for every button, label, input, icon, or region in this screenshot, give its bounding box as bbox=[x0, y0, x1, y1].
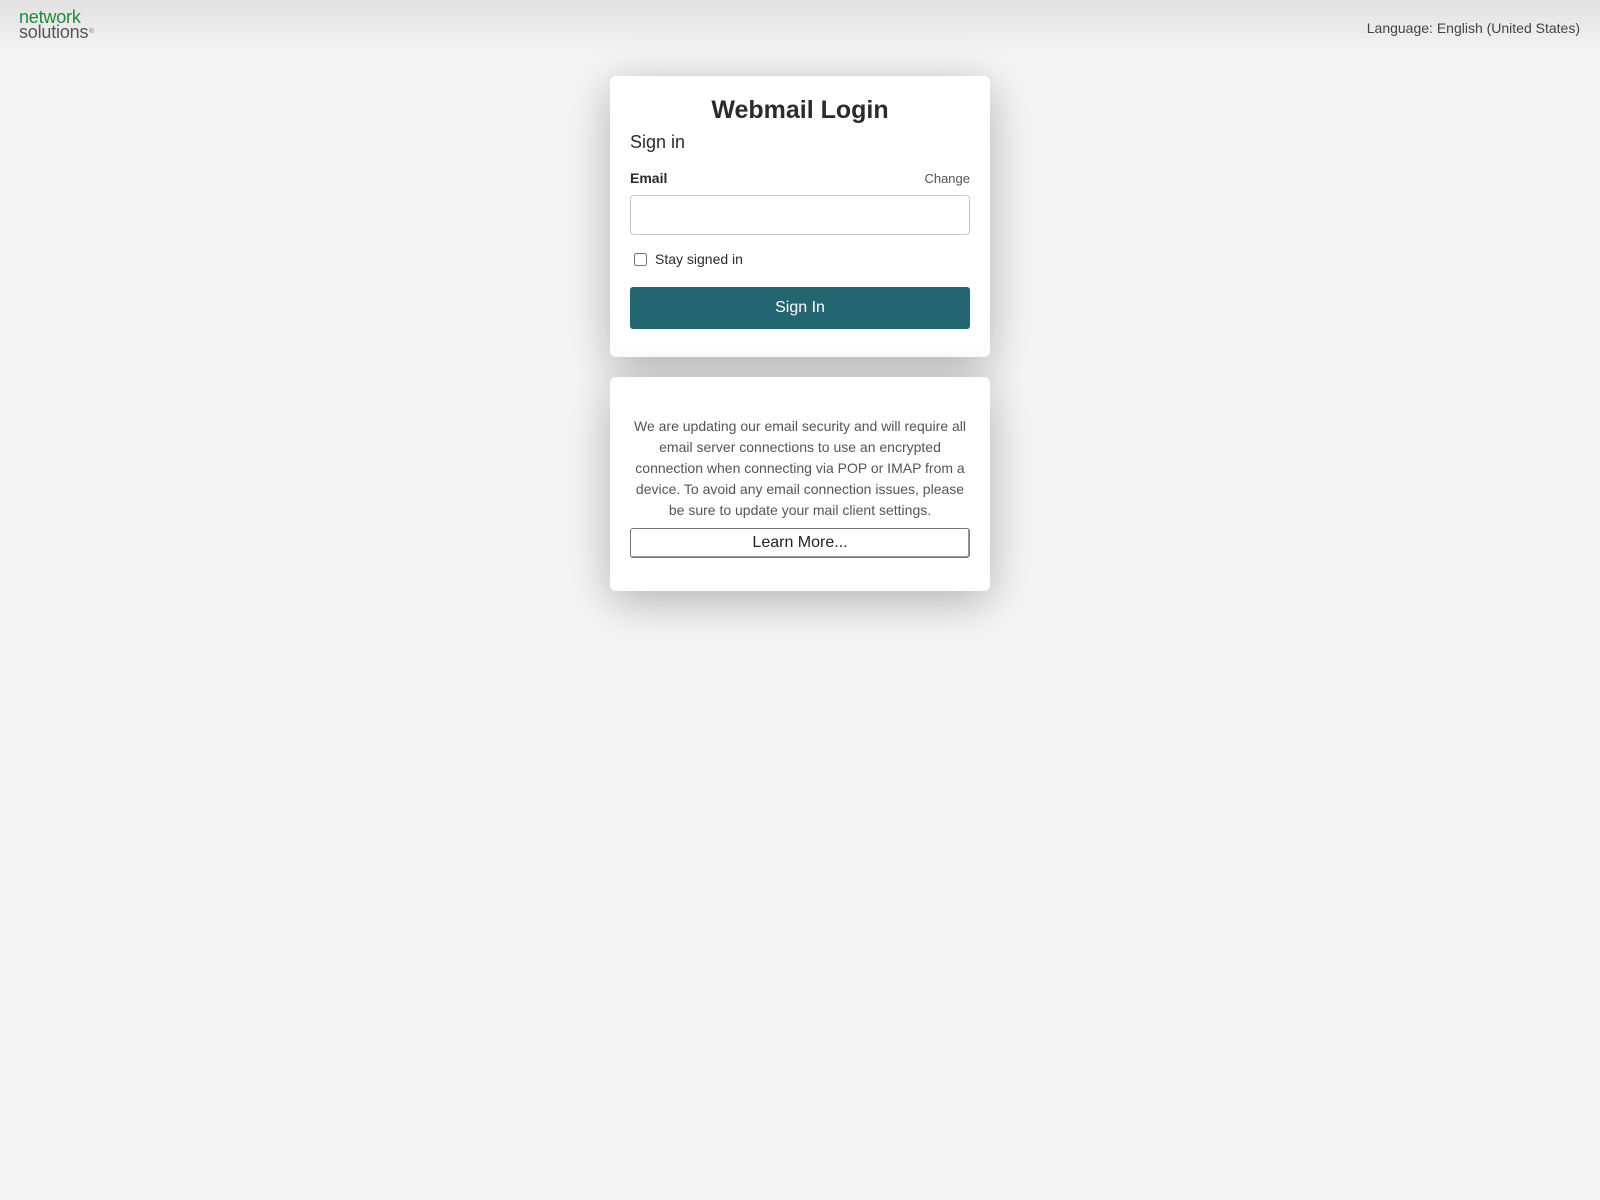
learn-more-button[interactable]: Learn More... bbox=[630, 528, 970, 558]
security-notice-card: We are updating our email security and w… bbox=[610, 377, 990, 591]
security-notice-text: We are updating our email security and w… bbox=[633, 418, 966, 518]
email-label: Email bbox=[630, 170, 668, 186]
sign-in-button[interactable]: Sign In bbox=[630, 287, 970, 329]
stay-signed-in-label[interactable]: Stay signed in bbox=[655, 251, 743, 267]
page-title: Webmail Login bbox=[711, 96, 889, 124]
language-selector[interactable]: Language: English (United States) bbox=[1367, 20, 1580, 36]
logo-line-solutions-text: solutions bbox=[19, 22, 89, 42]
login-card: Webmail Login Sign in Email Change Stay … bbox=[610, 76, 990, 357]
network-solutions-logo[interactable]: network solutions® bbox=[19, 8, 94, 42]
registered-mark: ® bbox=[89, 29, 94, 35]
email-field[interactable] bbox=[630, 195, 970, 235]
sign-in-heading: Sign in bbox=[630, 132, 686, 152]
change-link[interactable]: Change bbox=[924, 171, 970, 186]
stay-signed-in-row: Stay signed in bbox=[630, 251, 970, 267]
email-label-row: Email Change bbox=[630, 170, 970, 186]
top-bar: network solutions® Language: English (Un… bbox=[0, 0, 1600, 56]
stay-signed-in-checkbox[interactable] bbox=[634, 252, 647, 266]
logo-line-solutions: solutions® bbox=[19, 22, 94, 42]
